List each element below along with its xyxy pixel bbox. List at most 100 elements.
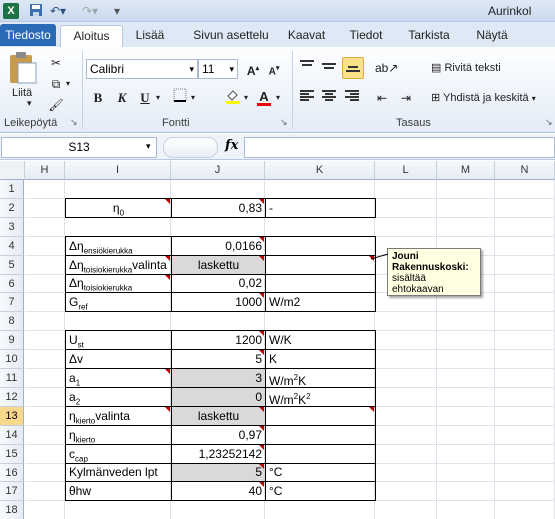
row-header[interactable]: 13 — [0, 407, 24, 426]
paste-dropdown-icon[interactable]: ▾ — [27, 98, 32, 109]
font-color-dropdown-icon[interactable]: ▾ — [273, 88, 283, 108]
format-painter-icon[interactable]: 🖌 — [46, 95, 66, 115]
value-cell[interactable]: 1200 — [171, 330, 266, 350]
value-cell[interactable]: 0,02 — [171, 274, 266, 293]
column-header-h[interactable]: H — [25, 161, 65, 180]
label-cell[interactable]: ηkiertovalinta — [65, 406, 172, 426]
cut-icon[interactable]: ✂ — [46, 53, 66, 73]
label-cell[interactable]: Δηtoisiokierukka — [65, 274, 172, 293]
fill-color-icon[interactable] — [223, 88, 243, 108]
row-header[interactable]: 7 — [0, 293, 24, 312]
row-header[interactable]: 3 — [0, 218, 24, 237]
font-size-select[interactable]: 11 ▾ — [198, 59, 238, 79]
label-cell[interactable]: Kylmänveden lpt — [65, 463, 172, 482]
value-cell[interactable]: 0,83 — [171, 198, 266, 218]
label-cell[interactable]: ccap — [65, 444, 172, 464]
column-header-k[interactable]: K — [265, 161, 375, 180]
value-cell[interactable]: 5 — [171, 349, 266, 369]
undo-icon[interactable]: ↶▾ — [50, 3, 66, 19]
value-cell[interactable]: 40 — [171, 481, 266, 501]
shrink-font-icon[interactable]: A▾ — [264, 59, 284, 79]
copy-dropdown-icon[interactable]: ▾ — [63, 74, 73, 94]
value-cell[interactable]: laskettu — [171, 255, 266, 275]
row-header[interactable]: 1 — [0, 180, 24, 199]
borders-dropdown-icon[interactable]: ▾ — [188, 88, 198, 108]
customize-quick-access-icon[interactable]: ▾ — [114, 3, 120, 19]
unit-cell[interactable] — [265, 406, 376, 426]
align-middle-icon[interactable] — [319, 58, 339, 78]
save-icon[interactable] — [29, 3, 43, 19]
row-header[interactable]: 15 — [0, 445, 24, 464]
italic-button[interactable]: K — [112, 88, 132, 108]
label-cell[interactable]: a2 — [65, 387, 172, 407]
underline-button[interactable]: U — [135, 88, 155, 108]
column-header-i[interactable]: I — [65, 161, 171, 180]
align-left-icon[interactable] — [297, 88, 317, 108]
unit-cell[interactable]: °C — [265, 481, 376, 501]
font-color-icon[interactable]: A — [254, 87, 274, 107]
merge-center-button[interactable]: ⊞ Yhdistä ja keskitä ▾ — [431, 91, 536, 104]
unit-cell[interactable] — [265, 236, 376, 256]
row-header[interactable]: 16 — [0, 464, 24, 482]
tab-file[interactable]: Tiedosto — [0, 24, 56, 46]
row-header[interactable]: 11 — [0, 369, 24, 388]
label-cell[interactable]: Δv — [65, 349, 172, 369]
bold-button[interactable]: B — [88, 88, 108, 108]
value-cell[interactable]: 1000 — [171, 292, 266, 312]
formula-bar-resize-handle[interactable] — [163, 137, 218, 158]
unit-cell[interactable]: °C — [265, 463, 376, 482]
row-header[interactable]: 17 — [0, 482, 24, 501]
formula-input[interactable] — [244, 137, 555, 158]
unit-cell[interactable] — [265, 274, 376, 293]
label-cell[interactable]: θhw — [65, 481, 172, 501]
column-header-n[interactable]: N — [495, 161, 555, 180]
fill-color-dropdown-icon[interactable]: ▾ — [241, 88, 251, 108]
insert-function-icon[interactable]: fx — [225, 138, 238, 153]
value-cell[interactable]: 3 — [171, 368, 266, 388]
row-header[interactable]: 9 — [0, 331, 24, 350]
clipboard-launcher-icon[interactable]: ↘ — [70, 117, 78, 128]
align-bottom-icon[interactable] — [342, 57, 364, 79]
unit-cell[interactable] — [265, 425, 376, 445]
row-header[interactable]: 4 — [0, 237, 24, 256]
value-cell[interactable]: 5 — [171, 463, 266, 482]
unit-cell[interactable]: W/m2 — [265, 292, 376, 312]
unit-cell[interactable] — [265, 444, 376, 464]
grow-font-icon[interactable]: A▴ — [243, 59, 263, 79]
unit-cell[interactable]: - — [265, 198, 376, 218]
row-header[interactable]: 5 — [0, 256, 24, 275]
redo-icon[interactable]: ↷▾ — [82, 3, 98, 19]
unit-cell[interactable]: K — [265, 349, 376, 369]
label-cell[interactable]: Δηtoisiokierukkavalinta — [65, 255, 172, 275]
select-all-corner[interactable] — [0, 161, 25, 180]
tab-data[interactable]: Tiedot — [344, 25, 388, 47]
decrease-indent-icon[interactable]: ⇤ — [372, 88, 392, 108]
value-cell[interactable]: 0,0166 — [171, 236, 266, 256]
underline-dropdown-icon[interactable]: ▾ — [153, 88, 163, 108]
column-header-l[interactable]: L — [375, 161, 437, 180]
unit-cell[interactable] — [265, 255, 376, 275]
tab-formulas[interactable]: Kaavat — [284, 25, 329, 47]
tab-review[interactable]: Tarkista — [404, 25, 454, 47]
value-cell[interactable]: laskettu — [171, 406, 266, 426]
tab-view[interactable]: Näytä — [472, 25, 512, 47]
label-cell[interactable]: ηkierto — [65, 425, 172, 445]
unit-cell[interactable]: W/K — [265, 330, 376, 350]
align-right-icon[interactable] — [342, 88, 362, 108]
row-header[interactable]: 14 — [0, 426, 24, 445]
column-header-m[interactable]: M — [437, 161, 495, 180]
row-header[interactable]: 6 — [0, 275, 24, 293]
row-header[interactable]: 18 — [0, 501, 24, 519]
value-cell[interactable]: 0,97 — [171, 425, 266, 445]
alignment-launcher-icon[interactable]: ↘ — [545, 117, 553, 128]
tab-home[interactable]: Aloitus — [60, 25, 123, 47]
align-center-icon[interactable] — [319, 88, 339, 108]
row-header[interactable]: 10 — [0, 350, 24, 369]
tab-page-layout[interactable]: Sivun asettelu — [184, 25, 278, 47]
value-cell[interactable]: 1,23252142 — [171, 444, 266, 464]
orientation-icon[interactable]: ab↗ — [375, 58, 398, 78]
align-top-icon[interactable] — [297, 58, 317, 78]
label-cell[interactable]: Ust — [65, 330, 172, 350]
unit-cell[interactable]: W/m2K2 — [265, 387, 376, 407]
row-header[interactable]: 8 — [0, 312, 24, 331]
